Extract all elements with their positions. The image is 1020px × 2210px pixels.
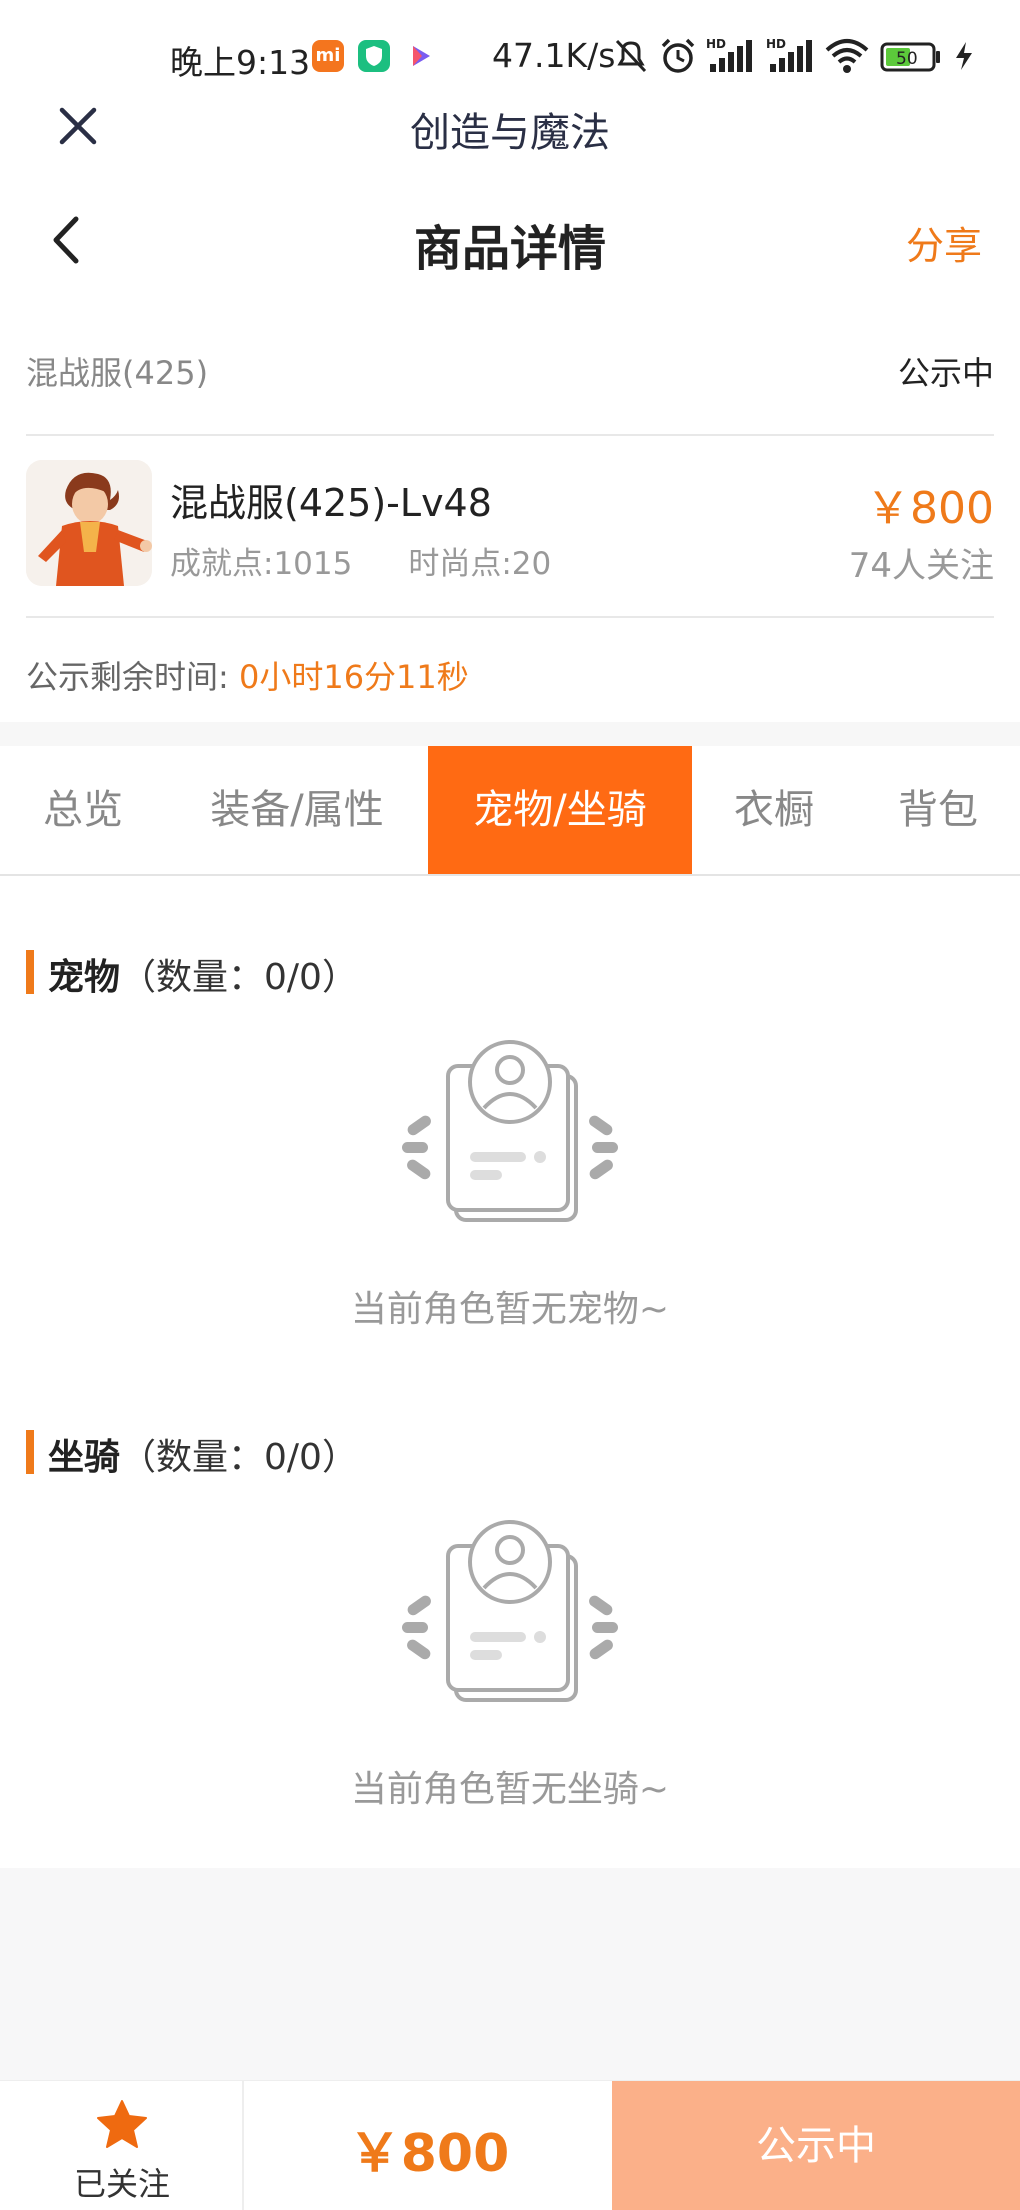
network-speed: 47.1K/s — [492, 36, 616, 75]
mounts-section-title: 坐骑（数量：0/0） — [48, 1428, 358, 1480]
star-icon — [97, 2100, 147, 2148]
page-header: 商品详情 分享 — [0, 195, 1020, 285]
share-button[interactable]: 分享 — [906, 215, 982, 270]
bottom-spacer — [0, 1868, 1020, 2080]
follow-label: 已关注 — [73, 2165, 170, 2203]
svg-text:50: 50 — [896, 49, 918, 69]
timer-label: 公示剩余时间: — [26, 658, 229, 696]
wifi-icon — [825, 39, 869, 73]
pets-empty-text: 当前角色暂无宠物~ — [350, 1289, 670, 1330]
divider — [26, 616, 994, 618]
section-accent-bar — [26, 950, 34, 994]
page-title: 商品详情 — [413, 221, 606, 277]
tab-backpack[interactable]: 背包 — [856, 746, 1020, 874]
tab-overview[interactable]: 总览 — [0, 746, 166, 874]
webview-title: 创造与魔法 — [410, 110, 610, 156]
product-name: 混战服(425)-Lv48 — [170, 481, 492, 525]
tab-wardrobe[interactable]: 衣橱 — [692, 746, 856, 874]
tab-pets-mounts[interactable]: 宠物/坐骑 — [428, 746, 692, 874]
empty-profile-icon — [402, 1520, 618, 1702]
bottom-price: ￥800 — [348, 2124, 510, 2184]
mi-app-icon: mi — [312, 40, 344, 72]
publicity-button[interactable]: 公示中 — [612, 2081, 1020, 2210]
signal-hd-1-icon: HD — [706, 37, 752, 72]
timer-value: 0小时16分11秒 — [238, 658, 469, 696]
pets-section-title: 宠物（数量：0/0） — [48, 948, 358, 1000]
svg-text:HD: HD — [766, 37, 786, 51]
pets-title: 宠物 — [48, 957, 121, 998]
alarm-icon — [661, 38, 695, 73]
mounts-title: 坐骑 — [48, 1437, 121, 1478]
server-row: 混战服(425) 公示中 — [26, 348, 994, 398]
fashion-points: 时尚点:20 — [408, 546, 552, 582]
character-avatar — [26, 460, 152, 586]
webview-title-bar: 创造与魔法 — [0, 90, 1020, 160]
server-name: 混战服(425) — [26, 354, 209, 392]
mounts-empty-text: 当前角色暂无坐骑~ — [350, 1769, 670, 1810]
divider — [26, 434, 994, 436]
section-accent-bar — [26, 1430, 34, 1474]
signal-hd-2-icon: HD — [766, 37, 812, 72]
follower-count: 74人关注 — [848, 546, 994, 586]
product-row[interactable]: 混战服(425)-Lv48 成就点:1015 时尚点:20 ￥800 74人关注 — [26, 460, 994, 590]
empty-profile-icon — [402, 1040, 618, 1222]
mounts-count: （数量：0/0） — [120, 1437, 358, 1478]
pets-count: （数量：0/0） — [120, 957, 358, 998]
play-app-icon — [404, 40, 436, 72]
achievement-points: 成就点:1015 — [170, 546, 353, 582]
status-time: 晚上9:13 — [170, 43, 311, 82]
tab-equipment-attributes[interactable]: 装备/属性 — [166, 746, 428, 874]
section-spacer — [0, 722, 1020, 746]
bottom-action-bar: 已关注 ￥800 公示中 — [0, 2080, 1020, 2210]
charging-icon — [956, 42, 972, 70]
detail-tabs: 总览 装备/属性 宠物/坐骑 衣橱 背包 — [0, 746, 1020, 876]
product-price: ￥800 — [866, 483, 994, 534]
shield-app-icon — [358, 40, 390, 72]
listing-status: 公示中 — [897, 354, 994, 392]
mute-bell-icon — [615, 39, 647, 73]
follow-button[interactable]: 已关注 — [0, 2081, 244, 2210]
product-info: 混战服(425) 公示中 混战服(425)-Lv48 成就点:1015 时尚点:2… — [0, 310, 1020, 720]
product-attributes: 成就点:1015 时尚点:20 — [170, 538, 551, 583]
battery-icon: 50 — [880, 42, 940, 72]
publicity-timer: 公示剩余时间: 0小时16分11秒 — [26, 652, 469, 698]
svg-text:HD: HD — [706, 37, 726, 51]
